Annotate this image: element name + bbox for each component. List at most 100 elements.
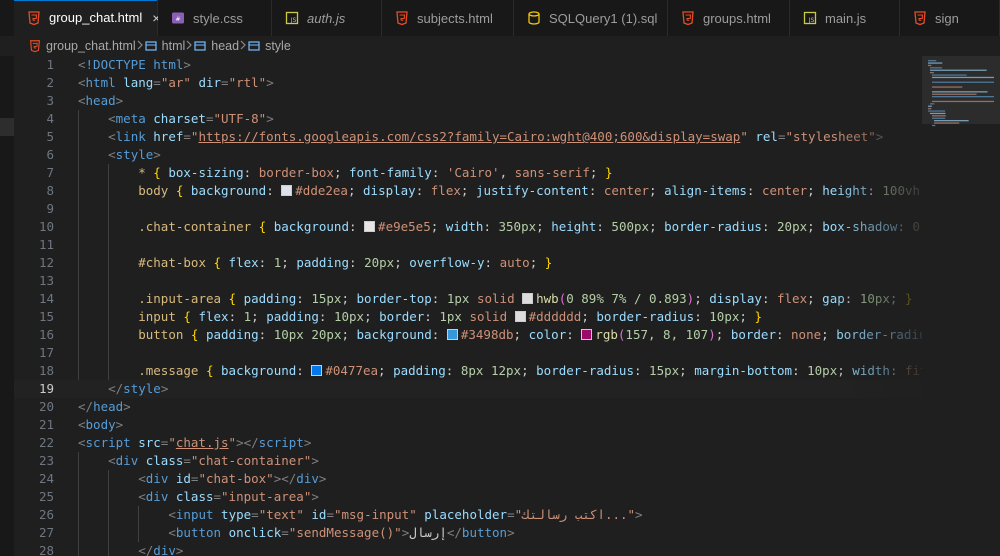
tab-auth-js[interactable]: JS auth.js bbox=[272, 0, 382, 36]
breadcrumb-html[interactable]: html bbox=[144, 39, 185, 53]
token-plain: ; bbox=[715, 327, 731, 342]
token-prop: border-radius bbox=[536, 363, 634, 378]
code-line[interactable]: 2 <html lang="ar" dir="rtl"> bbox=[14, 74, 1000, 92]
breadcrumb-label: style bbox=[265, 39, 291, 53]
code-text: #chat-box { flex: 1; padding: 20px; over… bbox=[138, 254, 552, 272]
tab-groups-html[interactable]: groups.html bbox=[668, 0, 790, 36]
token-prop: background bbox=[356, 327, 432, 342]
code-line[interactable]: 10 .chat-container { background: #e9e5e5;… bbox=[14, 218, 1000, 236]
tab-sign[interactable]: sign bbox=[900, 0, 1000, 36]
color-swatch[interactable] bbox=[581, 329, 593, 340]
token-br: } bbox=[904, 291, 913, 306]
code-text: body { background: #dde2ea; display: fle… bbox=[138, 182, 1000, 200]
token-str: "rtl" bbox=[228, 75, 267, 90]
token-sel: * bbox=[138, 165, 154, 180]
color-swatch[interactable] bbox=[446, 329, 458, 340]
code-line[interactable]: 24 <div id="chat-box"></div> bbox=[14, 470, 1000, 488]
tab-label: subjects.html bbox=[417, 10, 493, 26]
code-line[interactable]: 19 </style> bbox=[14, 380, 1000, 398]
token-num: 10px 20px bbox=[273, 327, 342, 342]
token-attr: lang bbox=[115, 75, 154, 90]
code-line[interactable]: 20 </head> bbox=[14, 398, 1000, 416]
token-tag: link bbox=[115, 129, 146, 144]
code-line[interactable]: 15 input { flex: 1; padding: 10px; border… bbox=[14, 308, 1000, 326]
code-line[interactable]: 13 bbox=[14, 272, 1000, 290]
breadcrumb-file[interactable]: group_chat.html bbox=[28, 39, 136, 53]
code-text: <div id="chat-box"></div> bbox=[138, 470, 326, 488]
code-line[interactable]: 4 <meta charset="UTF-8"> bbox=[14, 110, 1000, 128]
token-plain: : bbox=[761, 219, 778, 234]
line-number: 9 bbox=[46, 201, 54, 216]
code-line[interactable]: 22 <script src="chat.js"></script> bbox=[14, 434, 1000, 452]
code-text: <!DOCTYPE html> bbox=[78, 56, 191, 74]
breadcrumb-head[interactable]: head bbox=[193, 39, 239, 53]
token-prop: color bbox=[528, 327, 567, 342]
code-line[interactable]: 23 <div class="chat-container"> bbox=[14, 452, 1000, 470]
code-line[interactable]: 17 bbox=[14, 344, 1000, 362]
code-line[interactable]: 18 .message { background: #0477ea; paddin… bbox=[14, 362, 1000, 380]
color-swatch[interactable] bbox=[364, 221, 376, 232]
breadcrumb-style[interactable]: style bbox=[247, 39, 291, 53]
token-plain: ; bbox=[821, 327, 837, 342]
minimap[interactable] bbox=[922, 56, 1000, 556]
code-line[interactable]: 14 .input-area { padding: 15px; border-to… bbox=[14, 290, 1000, 308]
code-line[interactable]: 3 <head> bbox=[14, 92, 1000, 110]
tab-sqlquery1-1-sql[interactable]: SQLQuery1 (1).sql bbox=[514, 0, 668, 36]
token-val: center bbox=[761, 183, 808, 198]
tab-style-css[interactable]: # style.css bbox=[158, 0, 272, 36]
token-tag: div bbox=[296, 471, 319, 486]
token-num: 10px bbox=[333, 309, 365, 324]
token-plain: : bbox=[588, 183, 604, 198]
token-val: flex bbox=[777, 291, 808, 306]
tab-main-js[interactable]: JS main.js bbox=[790, 0, 900, 36]
color-swatch[interactable] bbox=[311, 365, 323, 376]
line-number: 8 bbox=[46, 183, 54, 198]
token-prop: width bbox=[445, 219, 484, 234]
token-t: ></ bbox=[236, 435, 259, 450]
token-t: > bbox=[183, 57, 191, 72]
token-str: " bbox=[168, 435, 176, 450]
code-line[interactable]: 1 <!DOCTYPE html> bbox=[14, 56, 1000, 74]
code-line[interactable]: 5 <link href= "https://fonts.googleapis.co… bbox=[14, 128, 1000, 146]
code-line[interactable]: 26 <input type="text" id="msg-input" plac… bbox=[14, 506, 1000, 524]
code-line[interactable]: 12 #chat-box { flex: 1; padding: 20px; ov… bbox=[14, 254, 1000, 272]
token-plain: ; bbox=[341, 291, 357, 306]
color-swatch[interactable] bbox=[281, 185, 293, 196]
token-num: 500px bbox=[611, 219, 650, 234]
token-sel: input bbox=[138, 309, 184, 324]
line-number: 12 bbox=[38, 255, 54, 270]
code-line[interactable]: 28 </div> bbox=[14, 542, 1000, 556]
minimap-slider[interactable] bbox=[922, 56, 1000, 124]
js-icon: JS bbox=[284, 10, 300, 26]
color-swatch[interactable] bbox=[522, 293, 534, 304]
code-text: <input type="text" id="msg-input" placeh… bbox=[168, 506, 642, 524]
token-t: = bbox=[507, 507, 515, 522]
code-line[interactable]: 6 <style> bbox=[14, 146, 1000, 164]
token-plain: ; bbox=[378, 363, 394, 378]
code-line[interactable]: 11 bbox=[14, 236, 1000, 254]
token-sel: .message bbox=[138, 363, 206, 378]
code-text: <div class="chat-container"> bbox=[108, 452, 319, 470]
code-line[interactable]: 27 <button onclick="sendMessage()">إرسال<… bbox=[14, 524, 1000, 542]
html5-icon bbox=[28, 39, 42, 53]
token-prop: align-items bbox=[664, 183, 747, 198]
tab-group-chat-html[interactable]: group_chat.html × bbox=[14, 0, 160, 36]
token-strlink[interactable]: https://fonts.googleapis.com/css2?family… bbox=[198, 129, 740, 144]
code-line[interactable]: 9 bbox=[14, 200, 1000, 218]
token-prop: height bbox=[551, 219, 597, 234]
tab-subjects-html[interactable]: subjects.html bbox=[382, 0, 514, 36]
token-t: < bbox=[108, 129, 116, 144]
code-line[interactable]: 7 * { box-sizing: border-box; font-family… bbox=[14, 164, 1000, 182]
color-swatch[interactable] bbox=[514, 311, 526, 322]
token-plain: : bbox=[424, 309, 440, 324]
token-strlink[interactable]: chat.js bbox=[176, 435, 229, 450]
code-editor[interactable]: 28 </div> 27 <button onclick="sendMessage()… bbox=[14, 56, 1000, 556]
code-line[interactable]: 16 button { padding: 10px 20px; backgroun… bbox=[14, 326, 1000, 344]
code-text: </style> bbox=[108, 380, 168, 398]
code-line[interactable]: 8 body { background: #dde2ea; display: fl… bbox=[14, 182, 1000, 200]
token-plain: ; bbox=[521, 363, 537, 378]
token-plain: : bbox=[415, 183, 431, 198]
code-line[interactable]: 25 <div class="input-area"> bbox=[14, 488, 1000, 506]
token-t: < bbox=[78, 75, 86, 90]
code-line[interactable]: 21 <body> bbox=[14, 416, 1000, 434]
